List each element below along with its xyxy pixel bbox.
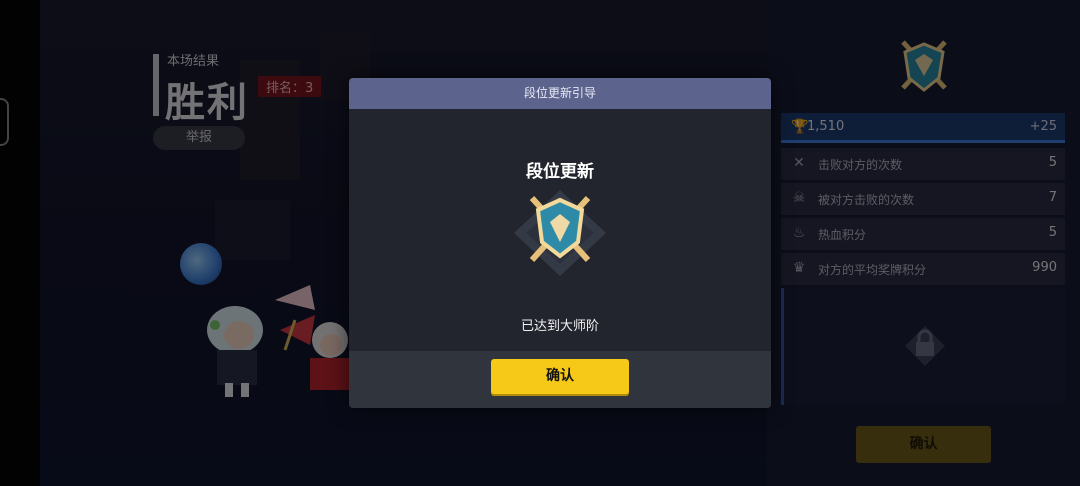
dialog-header: 段位更新引导 <box>349 78 771 109</box>
confirm-button[interactable]: 确认 <box>491 359 629 394</box>
master-rank-emblem-icon <box>514 190 606 276</box>
dialog-title: 段位更新 <box>526 162 594 182</box>
rank-message: 已达到大师阶 <box>520 319 599 334</box>
rank-update-dialog: 段位更新引导 段位更新 已达到大师阶 确认 <box>349 78 771 408</box>
dialog-footer: 确认 <box>349 351 771 408</box>
